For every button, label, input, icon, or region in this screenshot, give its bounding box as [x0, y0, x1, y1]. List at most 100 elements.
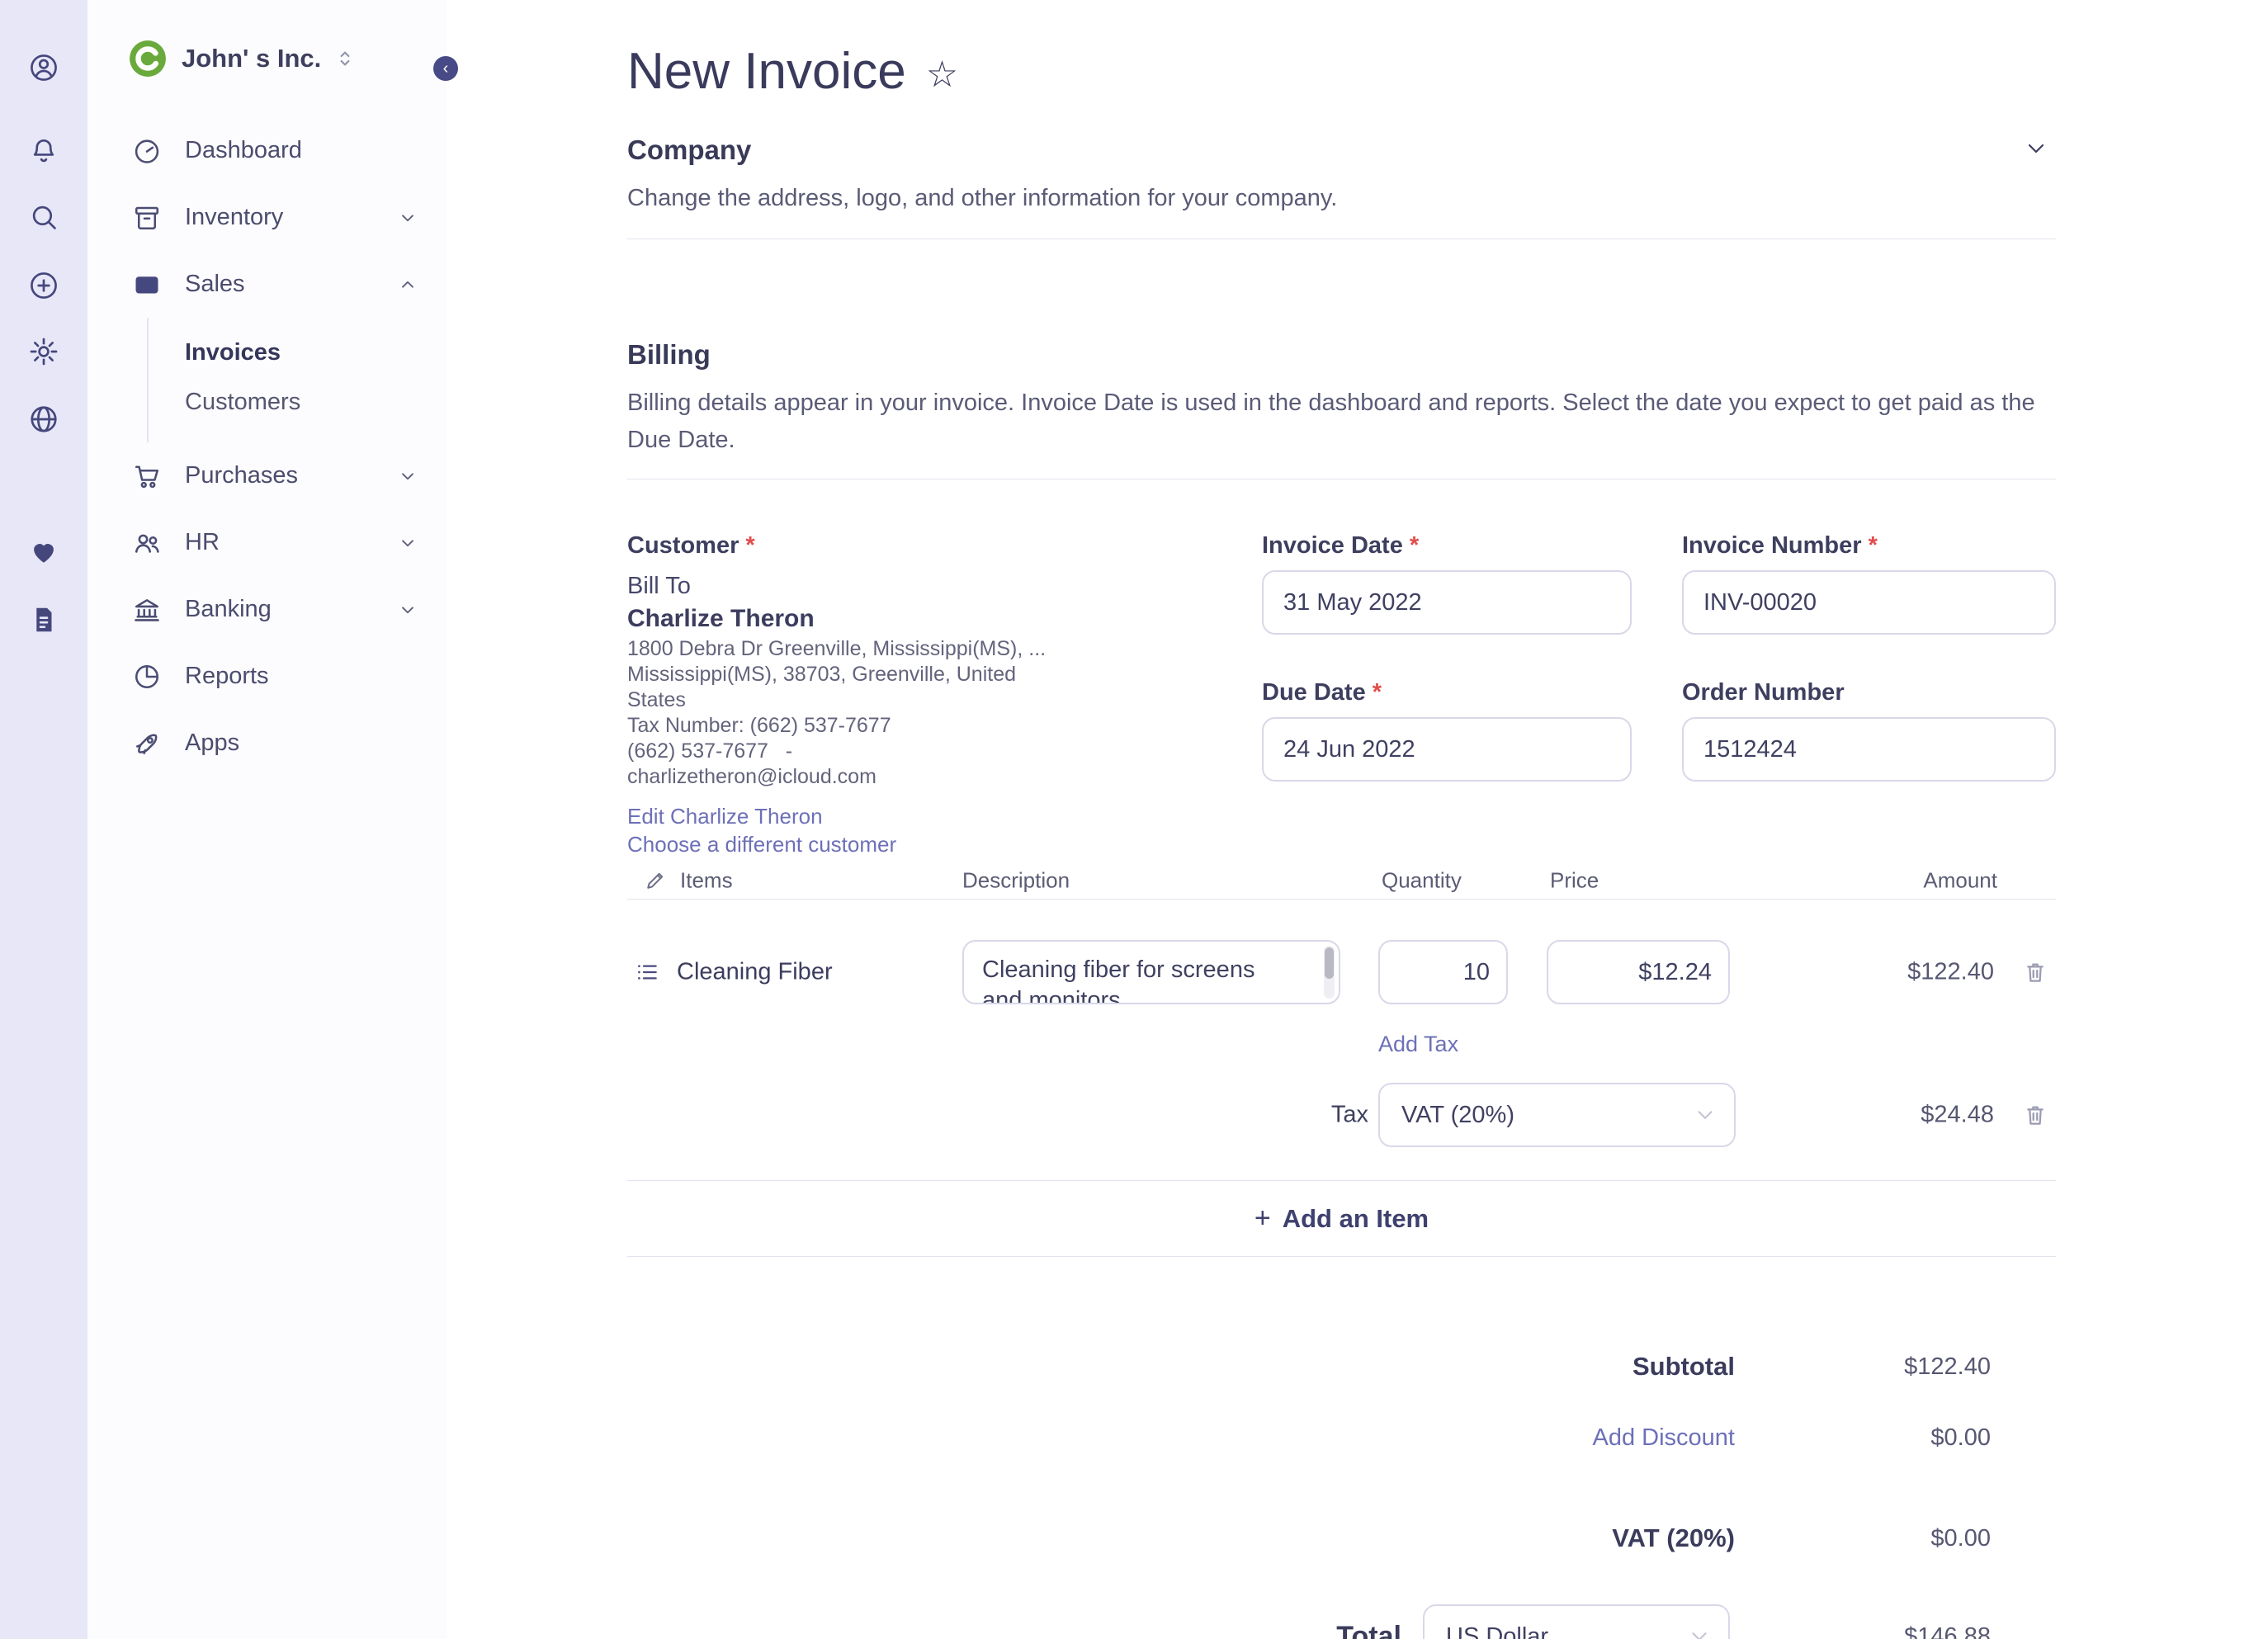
- address-line: 1800 Debra Dr Greenville, Mississippi(MS…: [627, 637, 1047, 660]
- invoice-number-label: Invoice Number *: [1682, 532, 1878, 559]
- notifications-bell-icon[interactable]: [28, 135, 59, 167]
- add-tax-link[interactable]: Add Tax: [1378, 1032, 1458, 1060]
- sidebar-item-label: Reports: [185, 663, 269, 689]
- item-amount: $122.40: [1907, 958, 1994, 985]
- sidebar-item-reports[interactable]: Reports: [87, 643, 447, 710]
- vat-total-value: $0.00: [1930, 1524, 1991, 1552]
- column-header-description: Description: [962, 867, 1070, 893]
- discount-value: $0.00: [1930, 1424, 1991, 1451]
- sidebar-subitem-customers[interactable]: Customers: [185, 377, 447, 427]
- scrollbar-track[interactable]: [1324, 946, 1335, 999]
- currency-select[interactable]: US Dollar: [1423, 1604, 1730, 1639]
- choose-customer-link[interactable]: Choose a different customer: [627, 831, 896, 857]
- sidebar-item-hr[interactable]: HR: [87, 509, 447, 576]
- company-section-description: Change the address, logo, and other info…: [627, 185, 1338, 211]
- invoice-number-input[interactable]: [1682, 570, 2056, 635]
- sidebar-subitem-invoices[interactable]: Invoices: [185, 328, 447, 377]
- search-icon[interactable]: [28, 201, 59, 233]
- shopping-cart-icon: [132, 461, 162, 491]
- favorite-star-icon[interactable]: ☆: [926, 54, 958, 96]
- people-icon: [132, 528, 162, 558]
- chevron-down-icon: [397, 207, 418, 229]
- company-switch-icon[interactable]: [333, 46, 357, 71]
- sales-submenu: Invoices Customers: [147, 318, 447, 442]
- chevron-down-icon: [1687, 1624, 1712, 1639]
- sidebar-item-label: HR: [185, 529, 220, 555]
- sidebar-item-label: Banking: [185, 596, 272, 622]
- sidebar-item-purchases[interactable]: Purchases: [87, 442, 447, 509]
- pencil-icon: [644, 869, 667, 892]
- sidebar-item-label: Dashboard: [185, 137, 302, 163]
- invoice-item-row: Cleaning Fiber Cleaning fiber for screen…: [627, 933, 2056, 1012]
- due-date-label: Due Date *: [1262, 679, 1382, 706]
- drag-handle-list-icon[interactable]: [634, 959, 660, 985]
- subtotal-value: $122.40: [1904, 1353, 1991, 1380]
- add-item-label: Add an Item: [1282, 1203, 1429, 1233]
- invoice-date-input[interactable]: [1262, 570, 1632, 635]
- company-section: Company Change the address, logo, and ot…: [627, 134, 2056, 217]
- sidebar-item-apps[interactable]: Apps: [87, 710, 447, 777]
- bank-icon: [132, 595, 162, 625]
- user-account-icon[interactable]: [28, 52, 59, 83]
- company-switcher[interactable]: John' s Inc. ‹: [87, 0, 458, 117]
- billing-section-description: Billing details appear in your invoice. …: [627, 390, 2035, 453]
- page-title: New Invoice: [627, 42, 906, 100]
- sidebar-item-inventory[interactable]: Inventory: [87, 184, 447, 251]
- sidebar-collapse-button[interactable]: ‹: [433, 56, 458, 81]
- delete-tax-trash-icon[interactable]: [2022, 1102, 2048, 1128]
- sidebar: John' s Inc. ‹ Dashboard Inventory Sales…: [87, 0, 458, 1639]
- customer-tax-number: Tax Number: (662) 537-7677: [627, 714, 891, 737]
- billing-section: Billing Billing details appear in your i…: [627, 338, 2056, 459]
- company-expand-chevron-icon[interactable]: [2023, 135, 2049, 162]
- sidebar-item-label: Purchases: [185, 462, 299, 489]
- order-number-label: Order Number: [1682, 679, 1845, 706]
- tax-select[interactable]: VAT (20%): [1378, 1083, 1736, 1147]
- item-price-input[interactable]: [1547, 940, 1730, 1004]
- due-date-field: Due Date *: [1262, 678, 1632, 782]
- chevron-down-icon: [397, 532, 418, 554]
- edit-customer-link[interactable]: Edit Charlize Theron: [627, 803, 823, 829]
- item-description-textarea[interactable]: Cleaning fiber for screens and monitors: [962, 940, 1340, 1004]
- column-header-price: Price: [1550, 867, 1599, 893]
- due-date-input[interactable]: [1262, 717, 1632, 782]
- sidebar-item-label: Sales: [185, 271, 245, 297]
- chevron-down-icon: [1693, 1103, 1718, 1127]
- add-discount-link[interactable]: Add Discount: [1593, 1424, 1736, 1452]
- sidebar-item-label: Inventory: [185, 204, 284, 230]
- divider: [627, 1256, 2056, 1257]
- customer-email: charlizetheron@icloud.com: [627, 765, 876, 788]
- sidebar-item-label: Apps: [185, 730, 240, 756]
- sidebar-item-dashboard[interactable]: Dashboard: [87, 117, 447, 184]
- delete-item-trash-icon[interactable]: [2022, 959, 2048, 985]
- items-table-header: Items Description Quantity Price Amount: [627, 862, 2056, 899]
- add-item-button[interactable]: + Add an Item: [627, 1181, 2056, 1256]
- customer-phone: (662) 537-7677 -: [627, 739, 793, 763]
- order-number-input[interactable]: [1682, 717, 2056, 782]
- invoice-number-field: Invoice Number *: [1682, 531, 2056, 635]
- company-name: John' s Inc.: [182, 44, 322, 73]
- billing-section-title: Billing: [627, 339, 711, 370]
- required-asterisk: *: [745, 532, 755, 559]
- company-section-title: Company: [627, 135, 752, 165]
- vat-total-label: VAT (20%): [1612, 1523, 1735, 1552]
- item-description-text: Cleaning fiber for screens and monitors: [982, 956, 1255, 1004]
- settings-gear-icon[interactable]: [28, 336, 59, 367]
- tax-select-value: VAT (20%): [1401, 1101, 1514, 1128]
- required-asterisk: *: [1409, 532, 1420, 559]
- inventory-box-icon: [132, 203, 162, 233]
- globe-icon[interactable]: [28, 404, 59, 435]
- currency-select-value: US Dollar: [1446, 1622, 1549, 1639]
- quick-add-plus-icon[interactable]: [28, 270, 59, 301]
- main-content: New Invoice ☆ Company Change the address…: [447, 0, 2268, 1639]
- item-quantity-input[interactable]: [1378, 940, 1508, 1004]
- sidebar-item-banking[interactable]: Banking: [87, 576, 447, 643]
- sidebar-item-sales[interactable]: Sales: [87, 251, 447, 318]
- plus-icon: +: [1254, 1202, 1271, 1234]
- dashboard-icon: [132, 136, 162, 166]
- documents-icon[interactable]: [28, 604, 59, 635]
- required-asterisk: *: [1372, 679, 1382, 706]
- scrollbar-thumb[interactable]: [1325, 947, 1334, 980]
- item-name: Cleaning Fiber: [677, 958, 833, 985]
- chevron-up-icon: [397, 274, 418, 295]
- favorites-heart-icon[interactable]: [28, 536, 59, 568]
